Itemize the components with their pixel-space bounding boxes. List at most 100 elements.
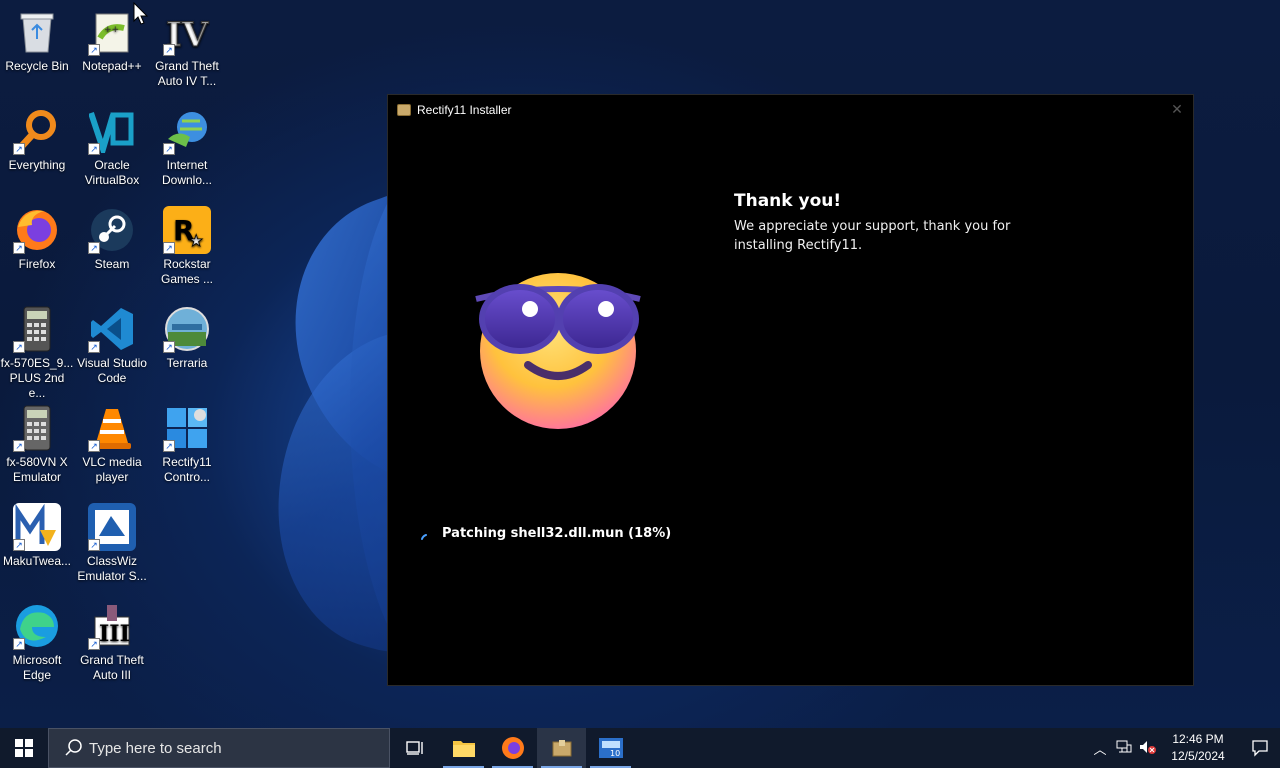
gta-iii-icon: III ↗ <box>88 602 136 650</box>
volume-button[interactable] <box>1136 740 1160 757</box>
desktop-icon-label: fx-580VN X Emulator <box>6 455 68 484</box>
svg-text:III: III <box>99 621 130 647</box>
desktop-icon-fx570[interactable]: ↗ fx-570ES_9... PLUS 2nd e... <box>0 305 74 401</box>
progress-status-text: Patching shell32.dll.mun (18%) <box>442 526 672 541</box>
desktop-icon-label: Grand Theft Auto IV T... <box>155 59 219 88</box>
desktop-icon-edge[interactable]: ↗ Microsoft Edge <box>0 602 74 683</box>
desktop-icon-label: Visual Studio Code <box>77 356 147 385</box>
calculator-emulator-icon: 10 <box>598 738 623 758</box>
loading-spinner-icon <box>421 533 427 540</box>
desktop-icon-label: Recycle Bin <box>5 59 69 73</box>
search-placeholder: Type here to search <box>89 739 222 757</box>
taskbar-calculator-emulator[interactable]: 10 <box>586 728 635 768</box>
steam-icon: ↗ <box>88 206 136 254</box>
firefox-icon <box>501 737 524 759</box>
action-center-button[interactable] <box>1240 728 1280 768</box>
close-button[interactable]: ✕ <box>1169 101 1185 117</box>
desktop-icon-steam[interactable]: ↗ Steam <box>75 206 149 272</box>
installer-window: Rectify11 Installer ✕ Thank you! We appr… <box>387 94 1194 686</box>
virtualbox-icon: ↗ <box>88 107 136 155</box>
taskbar-clock[interactable]: 12:46 PM 12/5/2024 <box>1164 731 1232 765</box>
desktop-icon-label: Everything <box>8 158 66 172</box>
desktop-icon-recycle-bin[interactable]: Recycle Bin <box>0 8 74 74</box>
recycle-bin-icon <box>13 8 61 56</box>
svg-text:★: ★ <box>189 233 203 250</box>
desktop-icon-virtualbox[interactable]: ↗ Oracle VirtualBox <box>75 107 149 188</box>
install-progress: Patching shell32.dll.mun (18%) <box>420 526 671 541</box>
rockstar-games-icon: R ★ ↗ <box>163 206 211 254</box>
everything-search-icon: ↗ <box>13 107 61 155</box>
desktop-icon-label: VLC media player <box>82 455 142 484</box>
task-view-icon <box>405 741 423 755</box>
desktop-icon-rectify11-control[interactable]: ↗ Rectify11 Contro... <box>150 404 224 485</box>
task-view-button[interactable] <box>390 728 439 768</box>
desktop-icon-label: Oracle VirtualBox <box>84 158 140 187</box>
network-button[interactable] <box>1112 740 1136 757</box>
svg-text:++: ++ <box>104 25 119 35</box>
network-icon <box>1116 740 1132 752</box>
clock-date: 12/5/2024 <box>1171 749 1225 763</box>
start-button[interactable] <box>0 728 48 768</box>
desktop-icon-gta-iv[interactable]: IV ↗ Grand Theft Auto IV T... <box>150 8 224 89</box>
taskbar-rectify11-installer[interactable] <box>537 728 586 768</box>
desktop-icon-label: Internet Downlo... <box>161 158 213 187</box>
desktop-icon-idm[interactable]: ↗ Internet Downlo... <box>150 107 224 188</box>
installer-app-icon <box>397 104 411 116</box>
file-explorer-icon <box>452 741 475 757</box>
smiling-face-with-sunglasses-icon <box>475 273 641 429</box>
chevron-up-icon: ︿ <box>1093 741 1107 757</box>
taskbar: Type here to search 10 ︿ 12:46 PM 12/5/2… <box>0 728 1280 768</box>
notepad-plus-plus-icon: ++ ↗ <box>88 8 136 56</box>
edge-icon: ↗ <box>13 602 61 650</box>
svg-text:10: 10 <box>610 749 620 758</box>
desktop-icon-label: Steam <box>94 257 130 271</box>
desktop-icon-label: Notepad++ <box>82 59 142 73</box>
desktop-icon-label: Microsoft Edge <box>12 653 62 682</box>
desktop-icon-label: fx-570ES_9... PLUS 2nd e... <box>0 356 74 400</box>
desktop-icon-label: ClassWiz Emulator S... <box>77 554 147 583</box>
desktop-icon-label: Firefox <box>18 257 56 271</box>
close-icon: ✕ <box>1171 101 1183 117</box>
internet-download-manager-icon: ↗ <box>163 107 211 155</box>
notification-icon <box>1252 740 1268 757</box>
desktop-icon-terraria[interactable]: ↗ Terraria <box>150 305 224 371</box>
gta-iv-icon: IV ↗ <box>163 8 211 56</box>
desktop-icon-classwiz[interactable]: ↗ ClassWiz Emulator S... <box>75 503 149 584</box>
calculator-icon: ↗ <box>13 305 61 353</box>
mouse-cursor-icon <box>133 2 149 25</box>
volume-muted-icon <box>1140 740 1156 754</box>
taskbar-firefox[interactable] <box>488 728 537 768</box>
terraria-icon: ↗ <box>163 305 211 353</box>
taskbar-search-box[interactable]: Type here to search <box>48 728 390 768</box>
system-tray: ︿ 12:46 PM 12/5/2024 <box>1088 728 1280 768</box>
installer-package-icon <box>552 740 571 757</box>
desktop-icon-rockstar[interactable]: R ★ ↗ Rockstar Games ... <box>150 206 224 287</box>
desktop-icon-gta-iii[interactable]: III ↗ Grand Theft Auto III <box>75 602 149 683</box>
makutweaker-icon: ↗ <box>13 503 61 551</box>
show-hidden-icons-button[interactable]: ︿ <box>1088 739 1112 758</box>
vlc-icon: ↗ <box>88 404 136 452</box>
desktop-icon-label: MakuTwea... <box>2 554 72 568</box>
taskbar-file-explorer[interactable] <box>439 728 488 768</box>
desktop-icon-vscode[interactable]: ↗ Visual Studio Code <box>75 305 149 386</box>
desktop-icon-label: Rectify11 Contro... <box>162 455 212 484</box>
firefox-icon: ↗ <box>13 206 61 254</box>
windows-logo-icon <box>15 739 33 757</box>
thank-you-message: We appreciate your support, thank you fo… <box>734 219 1011 253</box>
desktop-icon-label: Rockstar Games ... <box>160 257 213 286</box>
thank-you-heading: Thank you! <box>734 191 842 211</box>
desktop-icon-everything[interactable]: ↗ Everything <box>0 107 74 173</box>
calculator-icon: ↗ <box>13 404 61 452</box>
desktop-icon-label: Terraria <box>166 356 208 370</box>
window-title: Rectify11 Installer <box>417 103 512 117</box>
vscode-icon: ↗ <box>88 305 136 353</box>
desktop-icon-fx580[interactable]: ↗ fx-580VN X Emulator <box>0 404 74 485</box>
desktop-icon-label: Grand Theft Auto III <box>80 653 144 682</box>
classwiz-icon: ↗ <box>88 503 136 551</box>
rectify11-control-icon: ↗ <box>163 404 211 452</box>
desktop-icon-makutweaker[interactable]: ↗ MakuTwea... <box>0 503 74 569</box>
desktop-icon-firefox[interactable]: ↗ Firefox <box>0 206 74 272</box>
window-title-bar[interactable]: Rectify11 Installer <box>388 95 1193 125</box>
search-icon <box>65 739 82 756</box>
desktop-icon-vlc[interactable]: ↗ VLC media player <box>75 404 149 485</box>
